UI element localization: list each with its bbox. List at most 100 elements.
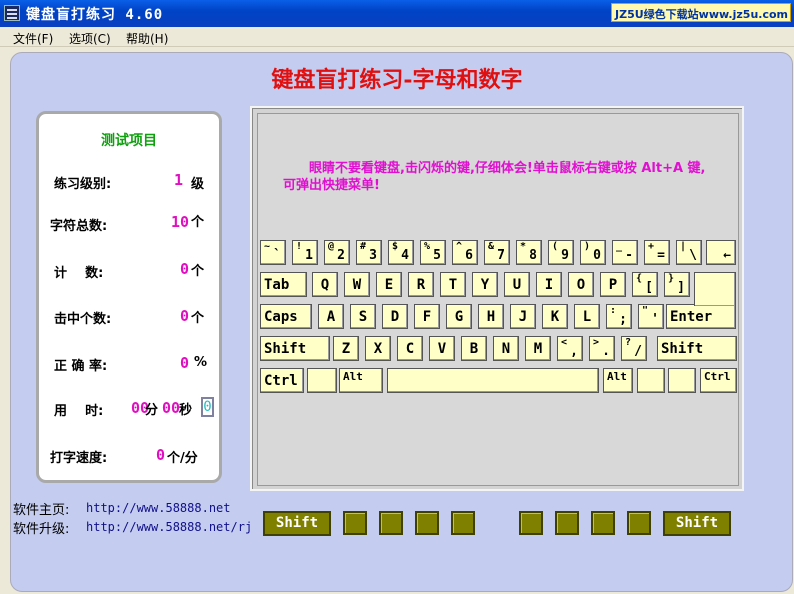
key-upper-label: + <box>648 241 655 252</box>
key-label: O <box>576 277 586 293</box>
finger-indicator <box>591 511 615 535</box>
total-unit: 个 <box>191 215 205 230</box>
time-seconds-unit: 秒 <box>179 403 193 418</box>
key-lower-label: 6 <box>465 248 473 263</box>
key-b: B <box>461 336 487 361</box>
key-p: P <box>600 272 626 297</box>
key-label: I <box>544 277 554 293</box>
key-caps: Caps <box>260 304 312 329</box>
finger-shift-left: Shift <box>263 511 331 536</box>
key-blank <box>387 368 599 393</box>
key--: _ - <box>612 240 638 265</box>
key-label: S <box>358 309 368 325</box>
key-1: ! 1 <box>292 240 318 265</box>
key-lower-label: ' <box>651 312 659 327</box>
key-lower-label: [ <box>645 280 653 295</box>
key-`: ~ ` <box>260 240 286 265</box>
key-label: Shift <box>661 341 704 357</box>
key-alt: Alt <box>603 368 633 393</box>
key-;: :; <box>606 304 632 329</box>
key-7: & 7 <box>484 240 510 265</box>
update-label: 软件升级: <box>13 522 70 537</box>
key-label: T <box>448 277 458 293</box>
key-upper-label: _ <box>616 241 623 252</box>
key-blank <box>668 368 696 393</box>
homepage-label: 软件主页: <box>13 503 70 518</box>
key-lower-label: \ <box>689 248 697 263</box>
key-alt: Alt <box>339 368 383 393</box>
key-lower-label: ; <box>619 312 627 327</box>
finger-indicator <box>555 511 579 535</box>
app-window: 键盘盲打练习 4.60 JZ5U绿色下载站www.jz5u.com 文件(F) … <box>0 0 794 594</box>
key-label: G <box>454 309 464 325</box>
key-label: Z <box>341 341 351 357</box>
key-w: W <box>344 272 370 297</box>
key-e: E <box>376 272 402 297</box>
speed-label: 打字速度: <box>50 451 108 466</box>
key-9: (9 <box>548 240 574 265</box>
keyboard-app-icon <box>4 5 20 21</box>
key-8: * 8 <box>516 240 542 265</box>
key-,: <, <box>557 336 583 361</box>
key-label: Enter <box>670 309 713 325</box>
key-i: I <box>536 272 562 297</box>
key-shift: Shift <box>260 336 330 361</box>
key-z: Z <box>333 336 359 361</box>
key-j: J <box>510 304 536 329</box>
count-unit: 个 <box>191 264 205 279</box>
key-label: Q <box>320 277 330 293</box>
key-y: Y <box>472 272 498 297</box>
key-label: Alt <box>343 370 363 383</box>
speed-unit: 个/分 <box>167 451 198 466</box>
level-value: 1 <box>173 171 183 189</box>
homepage-link[interactable]: http://www.58888.net <box>86 501 231 515</box>
key-upper-label: | <box>680 241 687 252</box>
key-label: Y <box>480 277 490 293</box>
key-=: + = <box>644 240 670 265</box>
key-upper-label: ~ <box>264 241 271 252</box>
key-ctrl: Ctrl <box>700 368 737 393</box>
key-n: N <box>493 336 519 361</box>
key-upper-label: % <box>424 241 431 252</box>
key-upper-label: : <box>610 305 617 316</box>
key-lower-label: 1 <box>305 248 313 263</box>
key-u: U <box>504 272 530 297</box>
update-link[interactable]: http://www.58888.net/rj <box>86 520 252 534</box>
key-a: A <box>318 304 344 329</box>
key-s: S <box>350 304 376 329</box>
key-lower-label: 4 <box>401 248 409 263</box>
key-label: Ctrl <box>264 373 298 389</box>
key-lower-label: - <box>625 248 633 263</box>
key-label: K <box>550 309 560 325</box>
menu-options[interactable]: 选项(C) <box>69 30 111 47</box>
key-label: H <box>486 309 496 325</box>
key-o: O <box>568 272 594 297</box>
key-label: J <box>518 309 528 325</box>
finger-indicator <box>451 511 475 535</box>
key-label: Alt <box>607 370 627 383</box>
key-x: X <box>365 336 391 361</box>
key-label: A <box>326 309 336 325</box>
key-': " ' <box>638 304 664 329</box>
key-label: Shift <box>264 341 307 357</box>
finger-indicator <box>519 511 543 535</box>
key-upper-label: ^ <box>456 241 463 252</box>
key-\: | \ <box>676 240 702 265</box>
window-title: 键盘盲打练习 4.60 <box>26 7 164 23</box>
key-lower-label: 0 <box>593 248 601 263</box>
key-l: L <box>574 304 600 329</box>
key-label: Tab <box>264 277 290 293</box>
key-label: U <box>512 277 522 293</box>
key-lower-label: 3 <box>369 248 377 263</box>
menu-file[interactable]: 文件(F) <box>13 30 53 47</box>
key-upper-label: ( <box>552 241 559 252</box>
menu-help[interactable]: 帮助(H) <box>126 30 168 47</box>
key-enter: Enter <box>666 304 736 329</box>
key-.: >. <box>589 336 615 361</box>
key-blank <box>637 368 665 393</box>
time-seconds-box: 0 <box>201 397 214 417</box>
title-bar[interactable]: 键盘盲打练习 4.60 JZ5U绿色下载站www.jz5u.com <box>0 0 794 27</box>
total-value: 10 <box>170 213 189 231</box>
key-label: L <box>582 309 592 325</box>
key-2: @2 <box>324 240 350 265</box>
